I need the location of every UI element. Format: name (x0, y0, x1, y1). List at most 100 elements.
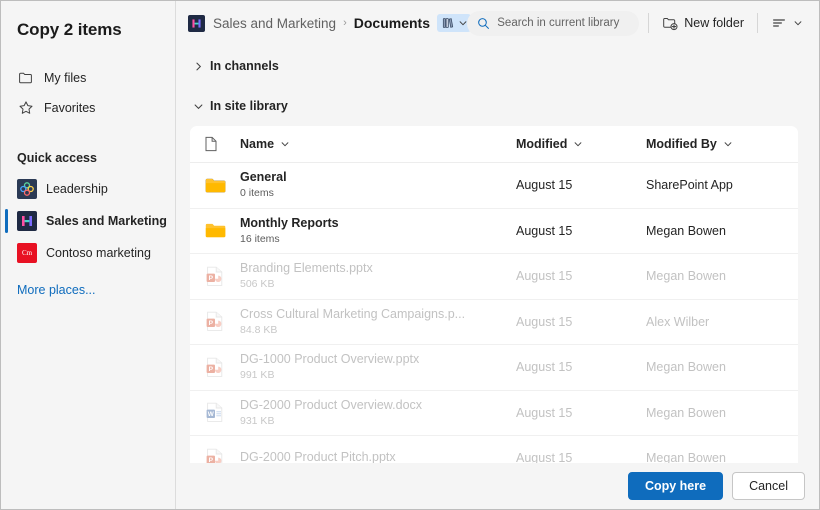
modified-by: Alex Wilber (646, 314, 710, 329)
sidebar-item-sales-and-marketing[interactable]: Sales and Marketing (1, 205, 175, 237)
column-header-name-label: Name (240, 137, 275, 151)
sort-list-icon (771, 15, 787, 31)
library-books-icon (441, 16, 455, 30)
file-meta: 16 items (240, 232, 280, 245)
dialog-title: Copy 2 items (17, 20, 122, 39)
view-options-button[interactable] (767, 9, 807, 37)
modified-by: Megan Bowen (646, 223, 726, 238)
table-row: W DG-2000 Product Overview.docx 931 KB A… (190, 391, 798, 436)
cancel-button[interactable]: Cancel (732, 472, 805, 500)
file-list: Name Modified Modified By General 0 item… (190, 126, 798, 463)
modified-date: August 15 (516, 178, 573, 193)
modified-by: Megan Bowen (646, 451, 726, 463)
contoso-marketing-site-icon: Cm (17, 243, 37, 263)
modified-date: August 15 (516, 360, 573, 375)
modified-by: Megan Bowen (646, 405, 726, 420)
column-header-modified-by-label: Modified By (646, 137, 717, 151)
sidebar-item-leadership[interactable]: Leadership (1, 173, 175, 205)
search-box[interactable] (467, 10, 640, 36)
folder-outline-icon (17, 69, 35, 87)
table-row: P DG-2000 Product Pitch.pptx August 15 M… (190, 436, 798, 463)
toolbar-divider (757, 13, 758, 33)
file-name: DG-1000 Product Overview.pptx (240, 352, 420, 367)
sidebar-item-label: Sales and Marketing (46, 214, 167, 228)
new-folder-icon (662, 15, 678, 31)
powerpoint-icon: P (204, 310, 226, 334)
sidebar-item-favorites[interactable]: Favorites (1, 93, 175, 123)
group-in-channels[interactable]: In channels (184, 53, 805, 79)
quick-access-heading: Quick access (17, 151, 97, 165)
column-header-modified-by[interactable]: Modified By (646, 137, 733, 151)
column-header-modified[interactable]: Modified (516, 137, 583, 151)
sales-marketing-site-icon (17, 211, 37, 231)
file-meta: 84.8 KB (240, 323, 278, 336)
modified-date: August 15 (516, 269, 573, 284)
column-header-modified-label: Modified (516, 137, 568, 151)
powerpoint-icon: P (204, 264, 226, 288)
file-meta: 991 KB (240, 369, 275, 382)
column-header-file-type[interactable] (204, 136, 240, 152)
table-row: P DG-1000 Product Overview.pptx 991 KB A… (190, 345, 798, 391)
sidebar-item-label: My files (44, 71, 87, 85)
breadcrumb-separator: › (343, 17, 347, 29)
powerpoint-icon: P (204, 355, 226, 379)
group-in-site-library[interactable]: In site library (184, 93, 805, 119)
chevron-down-icon (793, 18, 803, 28)
modified-by: SharePoint App (646, 178, 733, 193)
modified-date: August 15 (516, 314, 573, 329)
powerpoint-icon: P (204, 446, 226, 463)
chevron-down-icon (280, 139, 290, 149)
new-folder-button[interactable]: New folder (658, 9, 748, 37)
svg-text:W: W (208, 411, 215, 418)
chevron-down-icon (190, 101, 206, 112)
more-places-link[interactable]: More places... (1, 283, 175, 297)
modified-by: Megan Bowen (646, 269, 726, 284)
group-label: In channels (210, 59, 279, 73)
file-meta: 931 KB (240, 414, 275, 427)
modified-date: August 15 (516, 223, 573, 238)
modified-date: August 15 (516, 451, 573, 463)
leadership-site-icon (17, 179, 37, 199)
library-selector-chip[interactable] (436, 14, 471, 32)
svg-text:P: P (209, 320, 214, 327)
sidebar-item-label: Leadership (46, 182, 108, 196)
svg-text:P: P (209, 457, 214, 463)
search-input[interactable] (497, 17, 630, 29)
breadcrumb: Sales and Marketing › Documents (188, 14, 471, 32)
sidebar-item-contoso-marketing[interactable]: Cm Contoso marketing (1, 237, 175, 269)
folder-icon (204, 219, 226, 243)
chevron-down-icon (723, 139, 733, 149)
sidebar-item-my-files[interactable]: My files (1, 63, 175, 93)
svg-text:P: P (209, 275, 214, 282)
modified-by: Megan Bowen (646, 360, 726, 375)
toolbar: Sales and Marketing › Documents Search i… (176, 1, 819, 45)
chevron-right-icon (190, 61, 206, 72)
sidebar-nav: My files Favorites (1, 63, 175, 123)
svg-text:P: P (209, 366, 214, 373)
file-name: Branding Elements.pptx (240, 261, 373, 276)
table-row: P Branding Elements.pptx 506 KB August 1… (190, 254, 798, 300)
copy-items-dialog: Copy 2 items My files Favorites Quick ac… (0, 0, 820, 510)
word-icon: W (204, 401, 226, 425)
content-area: In channels In site library Name Modifie… (176, 45, 819, 463)
main-panel: Sales and Marketing › Documents Search i… (176, 1, 819, 509)
breadcrumb-site[interactable]: Sales and Marketing (213, 16, 336, 31)
new-folder-label: New folder (684, 16, 744, 30)
copy-here-button[interactable]: Copy here (627, 472, 724, 500)
file-type-icon (204, 136, 218, 152)
breadcrumb-current[interactable]: Documents (354, 15, 430, 31)
table-row[interactable]: Monthly Reports 16 items August 15 Megan… (190, 209, 798, 254)
sidebar-item-label: Favorites (44, 101, 96, 115)
file-name: Cross Cultural Marketing Campaigns.p... (240, 306, 466, 321)
toolbar-divider (648, 13, 650, 33)
group-label: In site library (210, 99, 288, 113)
column-header-name[interactable]: Name (240, 137, 290, 151)
dialog-footer: Copy here Cancel (176, 463, 819, 509)
file-name: General (240, 170, 287, 185)
sidebar-item-label: Contoso marketing (46, 246, 151, 260)
search-icon (477, 17, 490, 30)
file-meta: 506 KB (240, 278, 275, 291)
star-outline-icon (17, 99, 35, 117)
folder-icon (204, 173, 226, 197)
table-row[interactable]: General 0 items August 15 SharePoint App (190, 163, 798, 209)
